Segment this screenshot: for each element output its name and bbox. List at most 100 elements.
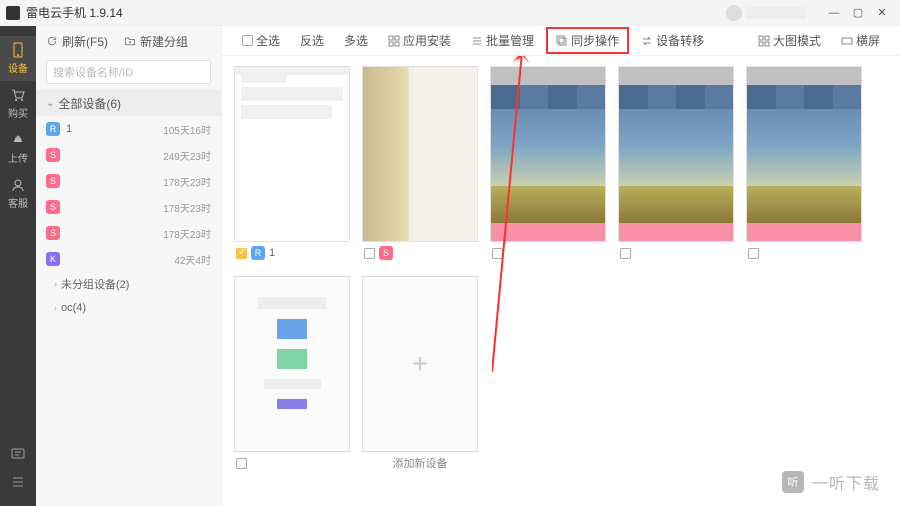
watermark-text: 一听下载 — [812, 470, 880, 494]
plus-icon: + — [412, 348, 428, 380]
grid-icon — [388, 35, 400, 47]
add-device-screen[interactable]: + — [362, 276, 478, 452]
app-install-button[interactable]: 应用安装 — [380, 29, 459, 52]
device-screen[interactable] — [746, 66, 862, 242]
close-button[interactable]: ✕ — [870, 4, 894, 22]
device-row[interactable]: K 42天4时 — [36, 246, 221, 272]
minimize-button[interactable]: — — [822, 4, 846, 22]
menu-icon[interactable] — [10, 474, 26, 490]
support-icon — [10, 177, 26, 193]
rail-label: 设备 — [8, 60, 28, 75]
add-device-card[interactable]: + 添加新设备 — [362, 276, 478, 474]
search-input[interactable]: 搜索设备名称/ID — [46, 60, 211, 84]
rail-label: 上传 — [8, 150, 28, 165]
device-badge: S — [379, 246, 393, 260]
rail-devices[interactable]: 设备 — [0, 36, 36, 81]
device-screen[interactable] — [490, 66, 606, 242]
chevron-down-icon: ⌄ — [46, 98, 54, 109]
checkbox-icon — [242, 35, 253, 46]
device-checkbox[interactable] — [620, 248, 631, 259]
device-checkbox[interactable] — [364, 248, 375, 259]
device-badge: R — [251, 246, 265, 260]
refresh-button[interactable]: 刷新(F5) — [46, 33, 108, 50]
invert-select-button[interactable]: 反选 — [292, 29, 332, 52]
large-mode-button[interactable]: 大图模式 — [750, 29, 829, 52]
device-grid-wrap: R 1 S + 添加新设备 — [222, 56, 900, 506]
device-checkbox[interactable] — [748, 248, 759, 259]
rail-label: 客服 — [8, 195, 28, 210]
sub-group-label: oc(4) — [61, 302, 86, 314]
device-list: R 1 105天16时S 249天23时S 178天23时S 178天23时S … — [36, 116, 221, 272]
landscape-icon — [841, 35, 853, 47]
device-badge: S — [46, 148, 60, 162]
device-card-label: S — [362, 242, 478, 264]
device-screen[interactable] — [362, 66, 478, 242]
rail-buy[interactable]: 购买 — [0, 81, 36, 126]
user-name-blur — [746, 7, 806, 19]
device-icon — [10, 42, 26, 58]
new-group-button[interactable]: 新建分组 — [124, 33, 188, 50]
device-time: 42天4时 — [174, 252, 211, 267]
add-device-label: 添加新设备 — [362, 452, 478, 474]
user-avatar-icon[interactable] — [726, 5, 742, 21]
device-time: 249天23时 — [163, 148, 211, 163]
app-logo — [6, 6, 20, 20]
chevron-right-icon: › — [54, 303, 57, 313]
device-row[interactable]: R 1 105天16时 — [36, 116, 221, 142]
device-card[interactable]: S — [362, 66, 478, 264]
device-card-name: 1 — [269, 247, 275, 259]
device-row[interactable]: S 178天23时 — [36, 168, 221, 194]
device-row[interactable]: S 178天23时 — [36, 194, 221, 220]
sync-operation-button[interactable]: 同步操作 — [546, 27, 629, 54]
landscape-button[interactable]: 横屏 — [833, 29, 888, 52]
rail-upload[interactable]: 上传 — [0, 126, 36, 171]
message-icon[interactable] — [10, 446, 26, 462]
grid-large-icon — [758, 35, 770, 47]
sub-group[interactable]: › 未分组设备(2) — [36, 272, 221, 296]
multi-select-button[interactable]: 多选 — [336, 29, 376, 52]
sub-group[interactable]: › oc(4) — [36, 296, 221, 320]
app-title: 雷电云手机 1.9.14 — [26, 4, 123, 21]
upload-icon — [10, 132, 26, 148]
device-row[interactable]: S 178天23时 — [36, 220, 221, 246]
device-time: 178天23时 — [163, 174, 211, 189]
group-all-devices[interactable]: ⌄ 全部设备(6) — [36, 90, 221, 116]
refresh-label: 刷新(F5) — [62, 33, 108, 50]
device-badge: S — [46, 174, 60, 188]
transfer-icon — [641, 35, 653, 47]
device-badge: R — [46, 122, 60, 136]
device-row[interactable]: S 249天23时 — [36, 142, 221, 168]
device-time: 178天23时 — [163, 226, 211, 241]
device-checkbox[interactable] — [236, 458, 247, 469]
device-card[interactable] — [618, 66, 734, 264]
device-time: 178天23时 — [163, 200, 211, 215]
device-card[interactable] — [234, 276, 350, 474]
maximize-button[interactable]: ▢ — [846, 4, 870, 22]
device-card[interactable] — [746, 66, 862, 264]
rail-support[interactable]: 客服 — [0, 171, 36, 216]
device-badge: S — [46, 226, 60, 240]
group-all-label: 全部设备(6) — [58, 95, 121, 112]
batch-manage-button[interactable]: 批量管理 — [463, 29, 542, 52]
copy-icon — [556, 35, 568, 47]
device-screen[interactable] — [234, 66, 350, 242]
sub-group-label: 未分组设备(2) — [61, 276, 129, 292]
device-checkbox[interactable] — [236, 248, 247, 259]
sidebar: 刷新(F5) 新建分组 搜索设备名称/ID ⌄ 全部设备(6) R 1 105天… — [36, 26, 222, 506]
device-checkbox[interactable] — [492, 248, 503, 259]
rail-label: 购买 — [8, 105, 28, 120]
watermark: 听 一听下载 — [782, 470, 880, 494]
device-screen[interactable] — [234, 276, 350, 452]
device-card[interactable]: R 1 — [234, 66, 350, 264]
cart-icon — [10, 87, 26, 103]
device-transfer-button[interactable]: 设备转移 — [633, 29, 712, 52]
device-card-label: R 1 — [234, 242, 350, 264]
device-card[interactable] — [490, 66, 606, 264]
device-name: 1 — [66, 123, 163, 135]
device-badge: S — [46, 200, 60, 214]
device-time: 105天16时 — [163, 122, 211, 137]
chevron-right-icon: › — [54, 279, 57, 289]
device-screen[interactable] — [618, 66, 734, 242]
device-grid: R 1 S + 添加新设备 — [234, 66, 888, 474]
select-all-button[interactable]: 全选 — [234, 29, 288, 52]
